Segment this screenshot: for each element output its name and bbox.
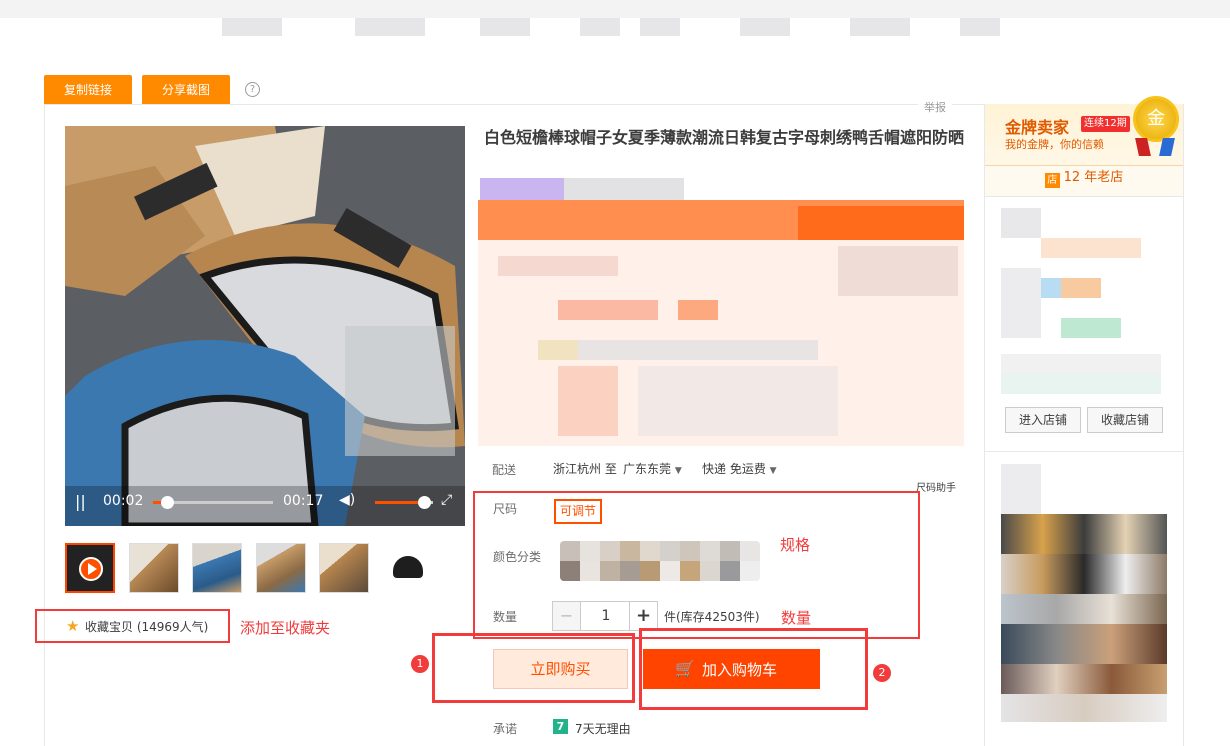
thumbnail-5[interactable] xyxy=(319,543,369,593)
seven-day-icon: 7 xyxy=(553,719,568,734)
ship-from: 浙江杭州 至 xyxy=(553,462,617,476)
blurred-store-ratings xyxy=(1001,208,1161,338)
enter-store-button[interactable]: 进入店铺 xyxy=(1005,407,1081,433)
seller-slogan: 我的金牌，你的信赖 xyxy=(1005,138,1104,151)
blurred-price-area xyxy=(478,176,964,446)
promise-text: 7天无理由 xyxy=(575,722,631,736)
video-frame-image xyxy=(65,126,465,526)
blurred-recommended-items xyxy=(1001,464,1167,722)
thumbnail-2[interactable] xyxy=(129,543,179,593)
thumbnail-3[interactable] xyxy=(192,543,242,593)
ship-to: 广东东莞 xyxy=(623,462,672,476)
favorite-highlight-box xyxy=(35,609,230,643)
store-age: 12 年老店 xyxy=(1063,170,1124,185)
thumbnail-6[interactable] xyxy=(382,543,432,593)
volume-track[interactable] xyxy=(375,496,433,509)
fullscreen-icon[interactable]: ⤢ xyxy=(441,492,452,508)
ship-method: 快递 免运费 xyxy=(702,462,766,476)
report-link[interactable]: 举报 xyxy=(918,99,952,115)
blurred-store-info xyxy=(1001,354,1161,394)
ship-method-dropdown[interactable]: 快递 免运费 ▼ xyxy=(702,460,777,477)
divider xyxy=(985,196,1183,197)
store-icon: 店 xyxy=(1044,173,1060,188)
pause-icon[interactable]: || xyxy=(75,492,86,511)
video-total-time: 00:17 xyxy=(283,493,324,509)
black-cap-image xyxy=(393,556,423,578)
favorite-annotation: 添加至收藏夹 xyxy=(240,619,331,637)
gold-medal-icon: 金 xyxy=(1133,96,1179,142)
promise-label: 承诺 xyxy=(493,722,518,736)
add-cart-highlight-box xyxy=(639,628,868,710)
volume-fill xyxy=(375,501,425,504)
spec-annotation: 规格 xyxy=(780,536,811,554)
help-icon[interactable]: ? xyxy=(245,82,260,97)
video-progress-track[interactable] xyxy=(153,496,273,509)
thumbnail-4[interactable] xyxy=(256,543,306,593)
streak-badge: 连续12期 xyxy=(1081,116,1130,132)
step-badge-1: 1 xyxy=(411,655,429,673)
spec-highlight-box xyxy=(473,491,920,639)
ship-to-dropdown[interactable]: 广东东莞 ▼ xyxy=(623,460,682,477)
thumbnail-video[interactable] xyxy=(65,543,115,593)
divider xyxy=(985,451,1183,452)
medal-ribbon-right xyxy=(1159,138,1175,156)
buy-now-highlight-box xyxy=(432,633,635,703)
product-video[interactable]: || 00:02 00:17 ◀) ⤢ xyxy=(65,126,465,526)
size-helper-link[interactable]: 尺码助手 xyxy=(916,479,956,494)
chevron-down-icon: ▼ xyxy=(769,466,777,476)
play-icon xyxy=(79,557,103,581)
step-badge-2: 2 xyxy=(873,664,891,682)
collect-store-button[interactable]: 收藏店铺 xyxy=(1087,407,1163,433)
quantity-annotation: 数量 xyxy=(781,609,812,627)
video-current-time: 00:02 xyxy=(103,493,144,509)
share-screenshot-button[interactable]: 分享截图 xyxy=(142,75,230,105)
copy-link-button[interactable]: 复制链接 xyxy=(44,75,132,105)
volume-icon[interactable]: ◀) xyxy=(339,492,355,508)
store-age-row: 店 12 年老店 xyxy=(985,165,1183,196)
top-bar xyxy=(0,0,1230,18)
chevron-down-icon: ▼ xyxy=(674,466,682,476)
shipping-label: 配送 xyxy=(492,463,517,477)
seller-sidebar: 金牌卖家 连续12期 我的金牌，你的信赖 金 店 12 年老店 进入店铺 收藏店… xyxy=(984,96,1184,746)
gold-seller-title: 金牌卖家 xyxy=(1005,118,1070,137)
product-title: 白色短檐棒球帽子女夏季薄款潮流日韩复古字母刺绣鸭舌帽遮阳防晒 xyxy=(484,128,965,147)
